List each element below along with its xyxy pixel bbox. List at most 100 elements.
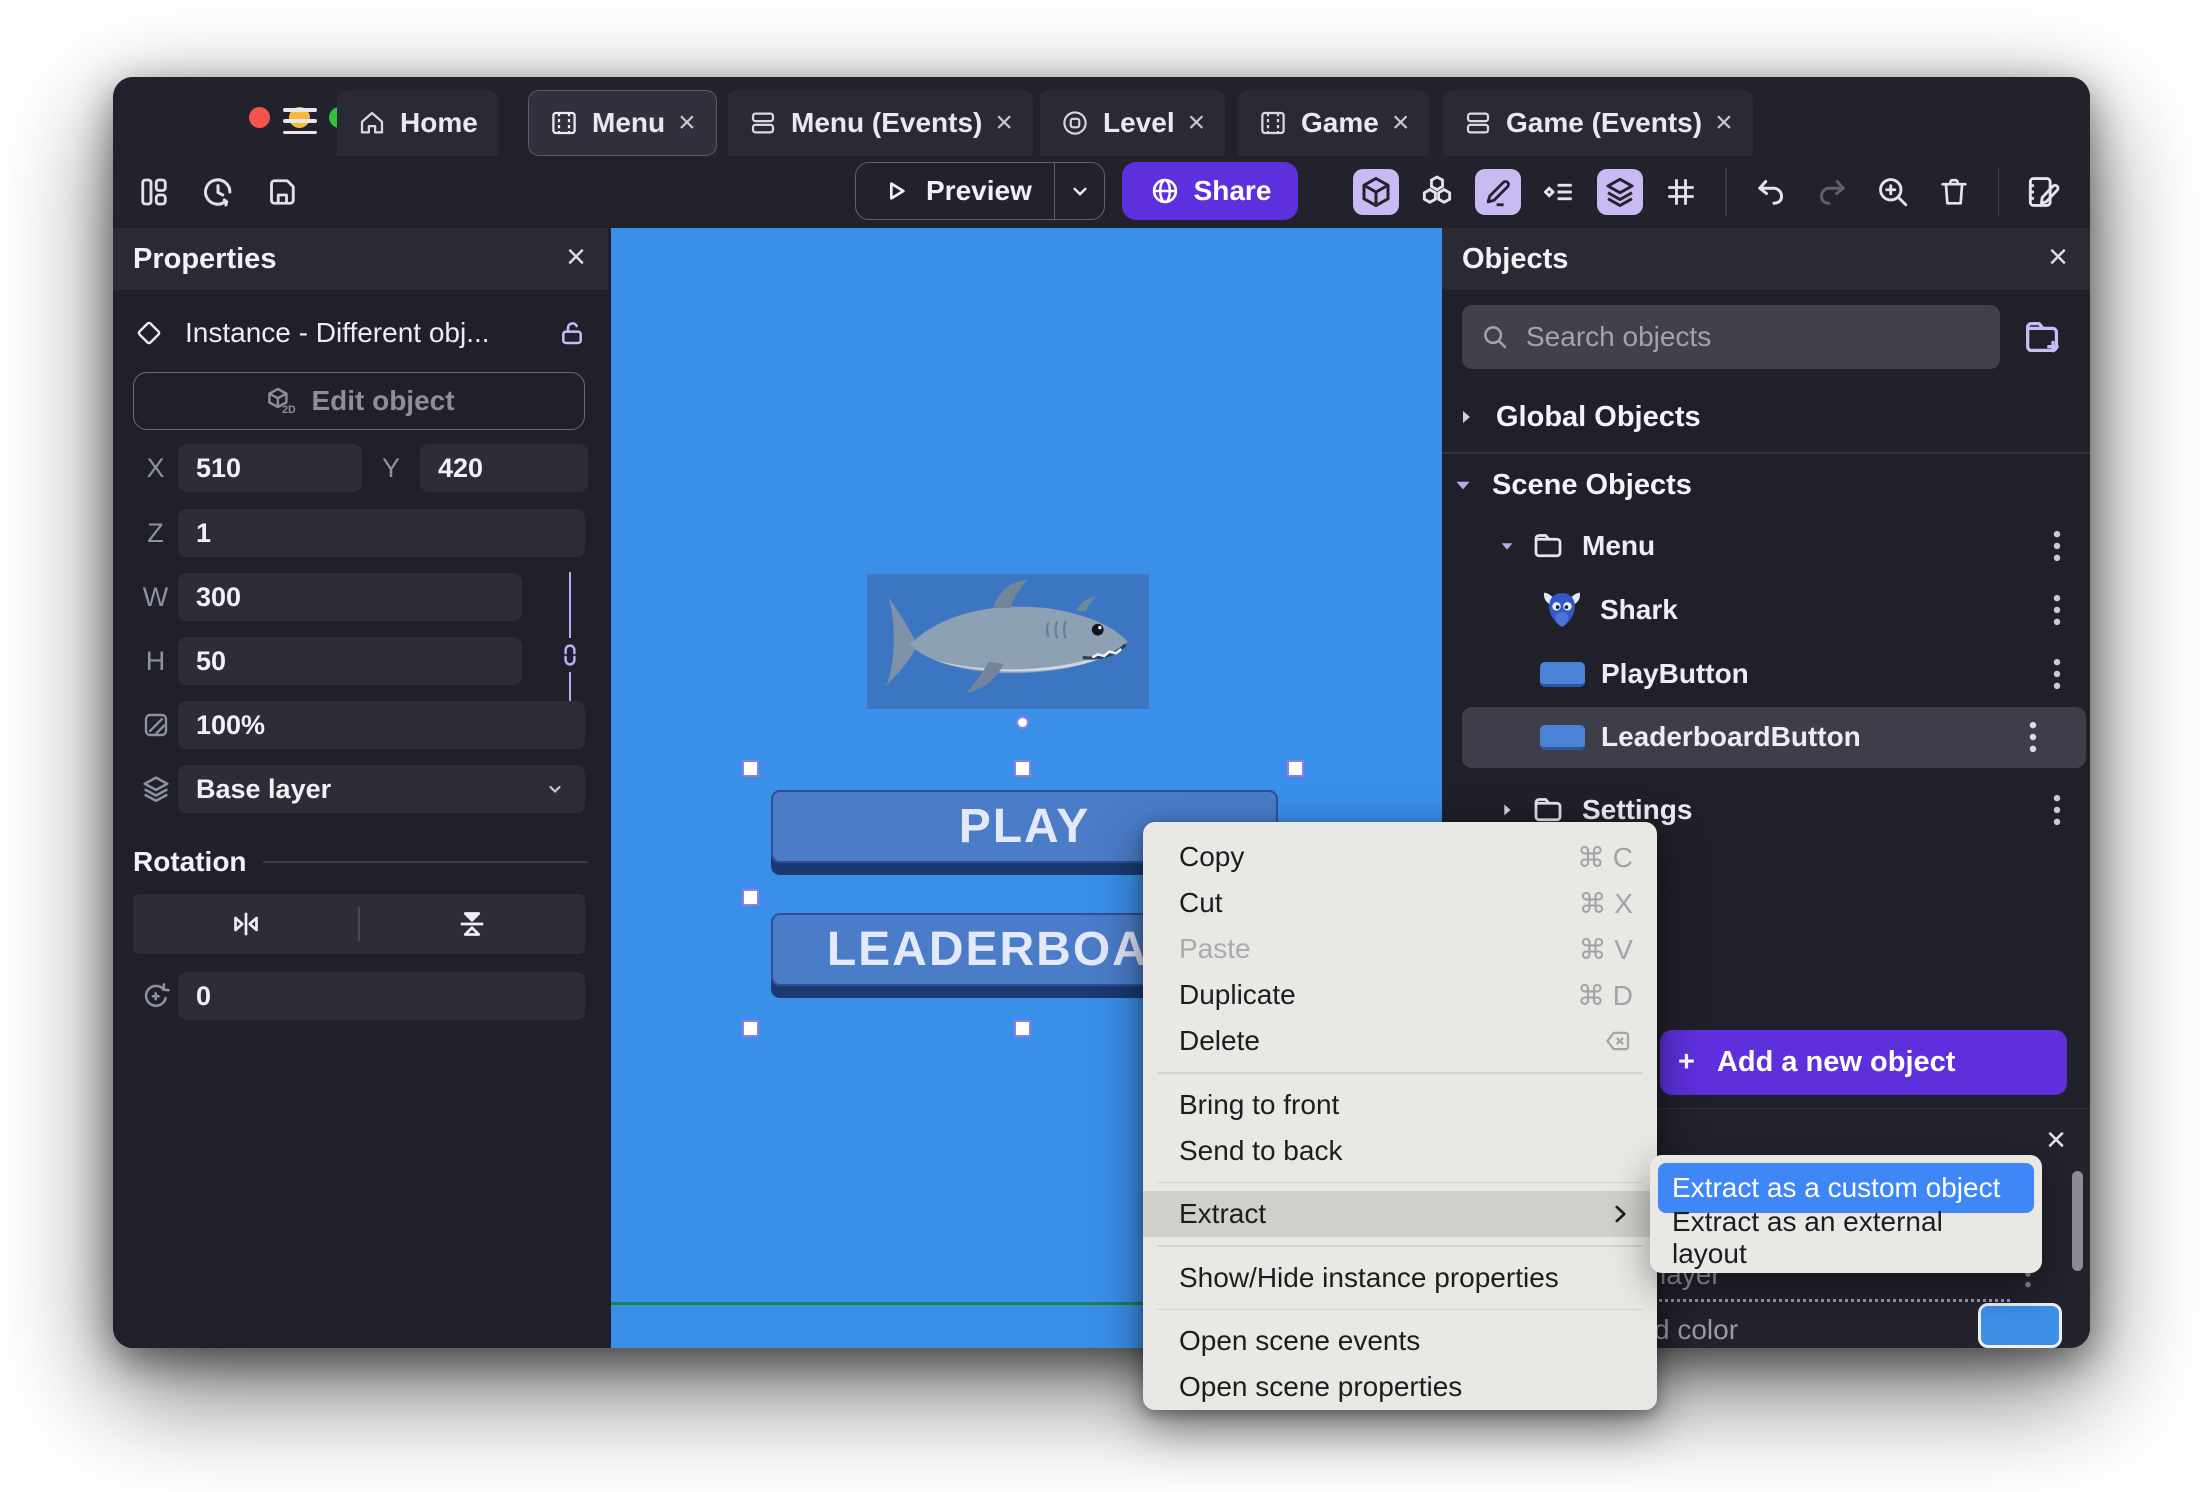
z-input[interactable] (178, 509, 585, 557)
menu-item-bring-to-front[interactable]: Bring to front (1143, 1082, 1657, 1128)
opacity-input[interactable] (178, 701, 585, 749)
tab-label: Level (1103, 107, 1175, 138)
menu-item-copy[interactable]: Copy ⌘ C (1143, 834, 1657, 880)
expanded-triangle-icon (1498, 537, 1516, 555)
properties-close-icon[interactable]: × (566, 240, 586, 274)
shark-thumbnail (1540, 588, 1584, 632)
menu-item-extract[interactable]: Extract (1143, 1191, 1657, 1237)
menu-item-send-to-back[interactable]: Send to back (1143, 1128, 1657, 1174)
tab-label: Game (1301, 107, 1379, 138)
global-objects-section[interactable]: Global Objects (1442, 394, 2090, 440)
tab-menu-events[interactable]: Menu (Events) × (728, 90, 1033, 156)
menu-item-show-hide-instance-properties[interactable]: Show/Hide instance properties (1143, 1255, 1657, 1301)
rotation-icon (133, 979, 178, 1013)
row-menu-dots-icon[interactable] (2050, 793, 2064, 827)
shark-sprite-instance[interactable] (867, 574, 1149, 709)
w-input[interactable] (178, 573, 522, 621)
panel-scrollbar[interactable] (2072, 1171, 2083, 1271)
svg-text:2D: 2D (283, 404, 297, 416)
tree-row-playbutton[interactable]: PlayButton (1442, 648, 2090, 700)
add-new-object-button[interactable]: + Add a new object (1660, 1030, 2067, 1095)
x-input[interactable] (178, 444, 362, 492)
selection-handle-bottom-left[interactable] (742, 1020, 759, 1037)
film-icon (1258, 108, 1288, 138)
tab-level[interactable]: Level × (1040, 90, 1226, 156)
selection-handle-bottom-center[interactable] (1014, 1020, 1031, 1037)
menu-item-open-scene-events[interactable]: Open scene events (1143, 1318, 1657, 1364)
flip-horizontal-button[interactable] (133, 894, 358, 954)
selection-handle-top-left[interactable] (742, 760, 759, 777)
film-icon (549, 108, 579, 138)
history-icon[interactable] (199, 173, 237, 211)
w-label: W (142, 581, 169, 612)
tab-game-events[interactable]: Game (Events) × (1443, 90, 1753, 156)
background-color-swatch[interactable] (1978, 1303, 2062, 1348)
tab-home[interactable]: Home (337, 90, 498, 156)
panels-layout-icon[interactable] (135, 173, 173, 211)
toolbar-separator (1997, 168, 1999, 216)
trash-icon[interactable] (1931, 169, 1977, 215)
tree-row-menu-folder[interactable]: Menu (1442, 520, 2090, 572)
layers-panel-icon[interactable] (1597, 169, 1643, 215)
tab-close-icon[interactable]: × (678, 108, 696, 138)
h-input[interactable] (178, 637, 522, 685)
layer-select[interactable]: Base layer (178, 765, 585, 813)
preview-button[interactable]: Preview (855, 162, 1105, 220)
tree-row-shark[interactable]: Shark (1442, 584, 2090, 636)
share-button[interactable]: Share (1122, 162, 1298, 220)
flip-vertical-button[interactable] (360, 894, 585, 954)
edit-tool-icon[interactable] (1475, 169, 1521, 215)
menu-item-duplicate[interactable]: Duplicate ⌘ D (1143, 972, 1657, 1018)
y-input[interactable] (420, 444, 588, 492)
tab-menu[interactable]: Menu × (528, 90, 717, 156)
scene-objects-section[interactable]: Scene Objects (1442, 462, 2090, 508)
unlock-icon[interactable] (556, 317, 588, 349)
grid-icon[interactable] (1658, 169, 1704, 215)
save-icon[interactable] (263, 173, 301, 211)
selection-handle-top-right[interactable] (1287, 760, 1304, 777)
tree-label: Menu (1582, 530, 1656, 561)
toolbar-separator (1725, 168, 1727, 216)
menu-item-paste: Paste ⌘ V (1179, 933, 1633, 965)
selection-handle-middle-left[interactable] (742, 889, 759, 906)
close-window-button[interactable] (249, 107, 270, 128)
layer-icon (133, 772, 178, 806)
redo-icon[interactable] (1809, 169, 1855, 215)
menu-item-cut[interactable]: Cut ⌘ X (1143, 880, 1657, 926)
plus-icon: + (1678, 1046, 1695, 1078)
zoom-in-icon[interactable] (1870, 169, 1916, 215)
objects-close-icon[interactable]: × (2048, 240, 2068, 274)
tab-close-icon[interactable]: × (1715, 108, 1733, 138)
menu-item-delete[interactable]: Delete (1143, 1018, 1657, 1064)
rotation-input[interactable] (178, 972, 585, 1020)
row-menu-dots-icon[interactable] (2050, 593, 2064, 627)
instance-properties-icon[interactable] (1536, 169, 1582, 215)
selection-handle-top-center[interactable] (1014, 760, 1031, 777)
edit-object-button[interactable]: 2D Edit object (133, 372, 585, 430)
edit-scene-properties-icon[interactable] (2020, 169, 2066, 215)
selection-anchor-handle[interactable] (1016, 716, 1029, 729)
add-folder-icon[interactable] (2020, 314, 2066, 360)
main-menu-icon[interactable] (283, 108, 317, 134)
layers-panel-close-icon[interactable]: × (2046, 1123, 2066, 1157)
tree-row-leaderboardbutton-selected[interactable]: LeaderboardButton (1462, 707, 2086, 768)
menu-item-open-scene-properties[interactable]: Open scene properties (1143, 1364, 1657, 1410)
tab-close-icon[interactable]: × (1188, 108, 1206, 138)
preview-dropdown-chevron-icon[interactable] (1055, 178, 1104, 204)
tab-close-icon[interactable]: × (995, 108, 1013, 138)
properties-title: Properties (133, 242, 277, 275)
row-menu-dots-icon[interactable] (2050, 529, 2064, 563)
tab-game[interactable]: Game × (1238, 90, 1430, 156)
row-menu-dots-icon[interactable] (2026, 720, 2040, 754)
scene-objects-label: Scene Objects (1492, 468, 1692, 501)
row-menu-dots-icon[interactable] (2050, 657, 2064, 691)
submenu-item-extract-external-layout[interactable]: Extract as an external layout (1658, 1206, 2034, 1269)
search-objects-field[interactable] (1462, 305, 2000, 369)
undo-icon[interactable] (1748, 169, 1794, 215)
layer-row-dotted-divider (1654, 1299, 2010, 1302)
search-objects-input[interactable] (1524, 320, 2000, 354)
instances-tool-icon[interactable] (1414, 169, 1460, 215)
rotation-section-label: Rotation (133, 846, 247, 877)
select-objects-tool-icon[interactable] (1353, 169, 1399, 215)
tab-close-icon[interactable]: × (1392, 108, 1410, 138)
